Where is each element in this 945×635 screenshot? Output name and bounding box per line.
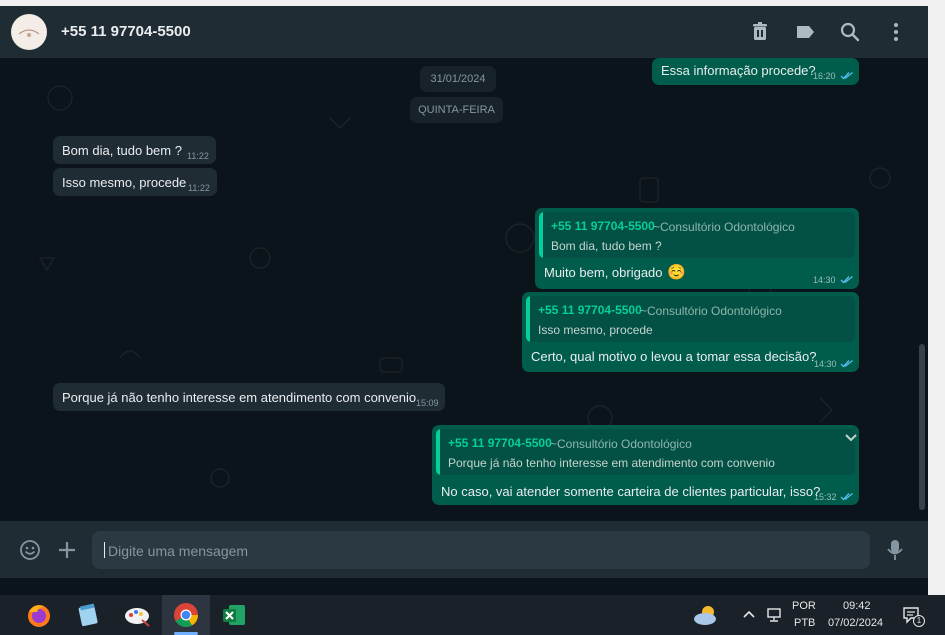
day-chip: QUINTA-FEIRA — [410, 97, 503, 123]
window-border — [928, 0, 945, 595]
quote-accent-bar — [539, 212, 543, 258]
quote-accent-bar — [436, 429, 440, 475]
attach-plus-icon[interactable] — [57, 540, 77, 560]
clock-time[interactable]: 09:42 — [843, 600, 871, 612]
message-time: 14:30 — [814, 359, 837, 369]
weather-icon[interactable] — [692, 603, 720, 627]
text-caret — [104, 542, 105, 558]
read-tick-icon — [840, 492, 853, 501]
message-bubble-outgoing[interactable]: +55 11 97704-5500 ~Consultório Odontológ… — [535, 208, 859, 289]
menu-icon[interactable] — [885, 20, 907, 44]
message-text: Porque já não tenho interesse em atendim… — [62, 390, 417, 405]
message-time: 11:22 — [187, 151, 209, 161]
quote-author: +55 11 97704-5500 — [448, 436, 552, 450]
message-bubble-incoming[interactable]: Bom dia, tudo bem ? 11:22 — [53, 136, 216, 164]
message-time: 14:30 — [813, 275, 836, 285]
chrome-icon[interactable] — [171, 600, 201, 630]
quoted-message[interactable]: +55 11 97704-5500 ~Consultório Odontológ… — [436, 429, 855, 475]
whatsapp-window: +55 11 97704-5500 Essa informação proced… — [0, 0, 928, 578]
search-icon[interactable] — [839, 20, 861, 44]
firefox-icon[interactable] — [24, 600, 54, 630]
message-time: 15:32 — [814, 492, 837, 502]
read-tick-icon — [840, 359, 853, 368]
quoted-message[interactable]: +55 11 97704-5500 ~Consultório Odontológ… — [526, 296, 855, 342]
message-bubble-incoming[interactable]: Porque já não tenho interesse em atendim… — [53, 383, 445, 411]
quote-author: +55 11 97704-5500 — [551, 219, 655, 233]
message-time: 11:22 — [188, 183, 210, 193]
chevron-up-icon[interactable] — [742, 609, 756, 619]
quoted-message[interactable]: +55 11 97704-5500 ~Consultório Odontológ… — [539, 212, 855, 258]
windows-taskbar: POR PTB 09:42 07/02/2024 1 — [0, 595, 945, 635]
message-text: No caso, vai atender somente carteira de… — [441, 484, 821, 499]
read-tick-icon — [840, 71, 853, 80]
message-text: Isso mesmo, procede — [62, 175, 187, 190]
date-chip: 31/01/2024 — [420, 66, 496, 92]
quote-group-name: ~Consultório Odontológico — [640, 304, 782, 318]
smiling-face-emoji: ☺️ — [667, 264, 686, 281]
excel-icon[interactable] — [219, 600, 249, 630]
notepad-icon[interactable] — [73, 600, 103, 630]
label-icon[interactable] — [794, 20, 816, 44]
message-text: Certo, qual motivo o levou a tomar essa … — [531, 349, 817, 364]
trash-icon[interactable] — [749, 20, 771, 44]
message-bubble-outgoing[interactable]: +55 11 97704-5500 ~Consultório Odontológ… — [522, 292, 859, 372]
clock-date[interactable]: 07/02/2024 — [828, 617, 883, 629]
chat-header: +55 11 97704-5500 — [0, 6, 928, 58]
message-input-placeholder: Digite uma mensagem — [108, 543, 249, 559]
paint-icon[interactable] — [122, 600, 152, 630]
message-text: Muito bem, obrigado — [544, 265, 663, 280]
quote-accent-bar — [526, 296, 530, 342]
language-indicator[interactable]: POR — [792, 600, 816, 612]
message-bubble-outgoing[interactable]: Essa informação procede? 16:20 — [652, 58, 859, 85]
message-list[interactable]: Essa informação procede? 16:20 31/01/202… — [0, 58, 928, 521]
quote-group-name: ~Consultório Odontológico — [653, 220, 795, 234]
network-icon[interactable] — [765, 607, 783, 623]
quote-text: Isso mesmo, procede — [538, 323, 653, 337]
quote-author: +55 11 97704-5500 — [538, 303, 642, 317]
notification-count-badge: 1 — [913, 615, 925, 627]
message-text: Bom dia, tudo bem ? — [62, 143, 182, 158]
avatar-logo — [15, 26, 43, 38]
contact-avatar[interactable] — [11, 14, 47, 50]
message-text: Essa informação procede? — [661, 63, 816, 78]
message-bubble-incoming[interactable]: Isso mesmo, procede 11:22 — [53, 168, 217, 196]
contact-name[interactable]: +55 11 97704-5500 — [61, 23, 191, 40]
microphone-icon[interactable] — [886, 538, 904, 562]
message-time: 16:20 — [813, 71, 836, 81]
chevron-down-icon[interactable] — [844, 433, 858, 443]
quote-text: Porque já não tenho interesse em atendim… — [448, 456, 775, 470]
message-bubble-outgoing[interactable]: +55 11 97704-5500 ~Consultório Odontológ… — [432, 425, 859, 505]
quote-text: Bom dia, tudo bem ? — [551, 239, 662, 253]
message-time: 15:09 — [416, 398, 439, 408]
message-composer: Digite uma mensagem — [0, 521, 928, 578]
emoji-icon[interactable] — [19, 539, 41, 561]
desktop-gap — [0, 578, 928, 595]
keyboard-layout-indicator[interactable]: PTB — [794, 617, 815, 629]
quote-group-name: ~Consultório Odontológico — [550, 437, 692, 451]
message-input[interactable]: Digite uma mensagem — [92, 531, 870, 569]
read-tick-icon — [840, 275, 853, 284]
chat-scrollbar[interactable] — [919, 344, 925, 510]
